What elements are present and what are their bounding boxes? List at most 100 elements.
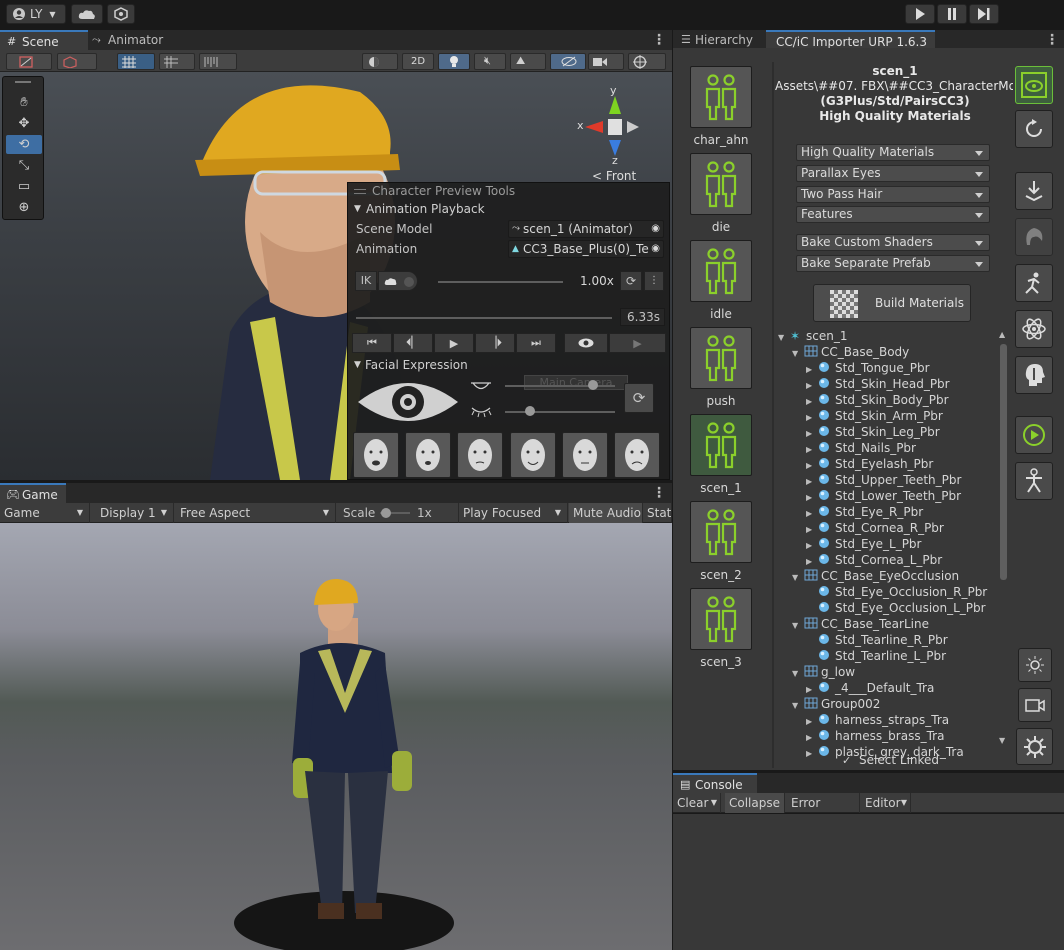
hand-tool[interactable]: ✋︎ bbox=[6, 93, 42, 112]
animation-button-scen_1[interactable] bbox=[690, 414, 752, 476]
mode-2d-button[interactable]: 2D bbox=[402, 53, 434, 70]
collab-button[interactable] bbox=[107, 4, 135, 24]
move-tool[interactable]: ✥ bbox=[6, 114, 42, 133]
ruler-dropdown[interactable] bbox=[199, 53, 237, 70]
effects-dropdown[interactable]: ⛰ bbox=[510, 53, 546, 70]
physics-side-button[interactable] bbox=[1015, 264, 1053, 302]
animation-button-char_ahn[interactable] bbox=[690, 66, 752, 128]
last-frame-button[interactable]: ⏭︎ bbox=[516, 333, 556, 353]
collapse-toggle[interactable]: Collapse bbox=[725, 793, 785, 813]
scene-menu-icon[interactable]: ⋮ bbox=[652, 32, 666, 48]
tree-item[interactable]: Std_Tearline_L_Pbr bbox=[806, 648, 946, 664]
aspect-select[interactable]: Free Aspect ▼ bbox=[176, 503, 336, 523]
animation-field[interactable]: ▲ CC3_Base_Plus(0)_Te ◉ bbox=[508, 240, 664, 258]
extra-play-button[interactable]: ▶︎ bbox=[609, 333, 666, 353]
tab-hierarchy[interactable]: ☰ Hierarchy bbox=[673, 30, 761, 50]
error-pause-toggle[interactable]: Error Pause bbox=[787, 793, 860, 830]
select-linked-toggle[interactable]: ✓ Select Linked bbox=[842, 752, 939, 769]
tree-item[interactable]: ▶ Std_Lower_Teeth_Pbr bbox=[806, 488, 961, 504]
eye-dropdown[interactable]: Parallax Eyes bbox=[796, 165, 990, 182]
visibility-preview-button[interactable] bbox=[564, 333, 608, 353]
tree-item[interactable]: ▼ CC_Base_TearLine bbox=[792, 616, 929, 632]
refresh-side-button[interactable] bbox=[1015, 110, 1053, 148]
tree-item[interactable]: ▶ Std_Skin_Head_Pbr bbox=[806, 376, 950, 392]
tab-animator[interactable]: ⤳ Animator bbox=[86, 30, 171, 50]
cloud-toggle[interactable] bbox=[378, 271, 418, 291]
increment-snap-dropdown[interactable] bbox=[159, 53, 195, 70]
tab-scene[interactable]: # Scene bbox=[0, 30, 88, 50]
clip-picker-icon[interactable]: ◉ bbox=[651, 241, 660, 257]
play-preview-button[interactable]: ▶︎ bbox=[434, 333, 474, 353]
scroll-down-icon[interactable]: ▼ bbox=[999, 736, 1005, 745]
import-side-button[interactable] bbox=[1015, 172, 1053, 210]
pause-button[interactable] bbox=[937, 4, 967, 24]
face-preset-6[interactable] bbox=[614, 432, 660, 478]
clear-button[interactable]: Clear ▼ bbox=[673, 793, 721, 813]
grid-snap-dropdown[interactable] bbox=[117, 53, 155, 70]
tab-importer[interactable]: CC/iC Importer URP 1.6.3 bbox=[766, 30, 935, 50]
game-viewport[interactable] bbox=[0, 523, 672, 950]
hair-dropdown[interactable]: Two Pass Hair bbox=[796, 186, 990, 203]
tree-item[interactable]: ▶ Std_Eyelash_Pbr bbox=[806, 456, 933, 472]
tree-item[interactable]: ▶ Std_Tongue_Pbr bbox=[806, 360, 930, 376]
display-select[interactable]: Display 1 ▼ bbox=[96, 503, 174, 523]
tree-item[interactable]: ▼ CC_Base_EyeOcclusion bbox=[792, 568, 959, 584]
tree-item[interactable]: ▶ Std_Upper_Teeth_Pbr bbox=[806, 472, 961, 488]
tab-console[interactable]: ▤ Console bbox=[673, 773, 757, 793]
tree-item[interactable]: Std_Tearline_R_Pbr bbox=[806, 632, 948, 648]
face-preset-3[interactable] bbox=[457, 432, 503, 478]
shading-dropdown[interactable] bbox=[57, 53, 97, 70]
lighting-toggle[interactable] bbox=[438, 53, 470, 70]
visibility-toggle[interactable] bbox=[550, 53, 586, 70]
camera-dropdown[interactable] bbox=[588, 53, 624, 70]
first-frame-button[interactable]: ⏮︎ bbox=[352, 333, 392, 353]
mute-audio-toggle[interactable]: Mute Audio bbox=[569, 503, 643, 523]
face-preset-1[interactable] bbox=[353, 432, 399, 478]
panel-divider[interactable] bbox=[772, 62, 774, 768]
scale-tool[interactable]: ⤡ bbox=[6, 156, 42, 175]
reset-speed-button[interactable]: ⟳ bbox=[620, 271, 642, 291]
account-dropdown[interactable]: LY ▼ bbox=[6, 4, 66, 24]
right-menu-icon[interactable]: ⋮ bbox=[1045, 32, 1059, 48]
brow-slider-track[interactable] bbox=[505, 385, 615, 387]
tree-item[interactable]: ▼ CC_Base_Body bbox=[792, 344, 909, 360]
scroll-up-icon[interactable]: ▲ bbox=[999, 330, 1005, 339]
tree-item[interactable]: ▼ g_low bbox=[792, 664, 855, 680]
time-slider-track[interactable] bbox=[356, 317, 612, 319]
light-side-button[interactable] bbox=[1018, 648, 1052, 682]
quality-dropdown[interactable]: High Quality Materials bbox=[796, 144, 990, 161]
rig-side-button[interactable] bbox=[1015, 462, 1053, 500]
camera-side-button[interactable] bbox=[1018, 688, 1052, 722]
next-frame-button[interactable]: ▕⏵︎ bbox=[475, 333, 515, 353]
game-view-select[interactable]: Game ▼ bbox=[0, 503, 90, 523]
play-focused-select[interactable]: Play Focused ▼ bbox=[458, 503, 568, 523]
console-log-area[interactable] bbox=[673, 814, 1064, 950]
reset-expression-button[interactable]: ⟳ bbox=[624, 383, 654, 413]
editor-dropdown[interactable]: Editor ▼ bbox=[861, 793, 911, 813]
tree-item[interactable]: ▶ _4___Default_Tra bbox=[806, 680, 934, 696]
bake-shaders-dropdown[interactable]: Bake Custom Shaders bbox=[796, 234, 990, 251]
tab-game[interactable]: 🎮︎ Game bbox=[0, 483, 66, 503]
tree-item[interactable]: ▶ Std_Eye_L_Pbr bbox=[806, 536, 921, 552]
face-preset-5[interactable] bbox=[562, 432, 608, 478]
scene-model-field[interactable]: ⤳ scen_1 (Animator) ◉ bbox=[508, 220, 664, 238]
animation-button-idle[interactable] bbox=[690, 240, 752, 302]
bake-prefab-dropdown[interactable]: Bake Separate Prefab bbox=[796, 255, 990, 272]
tree-item[interactable]: ▶ Std_Skin_Arm_Pbr bbox=[806, 408, 943, 424]
time-field[interactable]: 6.33s bbox=[620, 308, 665, 326]
animation-button-die[interactable] bbox=[690, 153, 752, 215]
face-preset-2[interactable] bbox=[405, 432, 451, 478]
rect-tool[interactable]: ▭ bbox=[6, 177, 42, 196]
shading-mode-dropdown[interactable] bbox=[362, 53, 398, 70]
build-materials-button[interactable]: Build Materials bbox=[813, 284, 971, 322]
hair-side-button[interactable] bbox=[1015, 218, 1053, 256]
tree-item[interactable]: ▶ Std_Cornea_R_Pbr bbox=[806, 520, 944, 536]
stats-toggle[interactable]: Stat bbox=[643, 503, 672, 523]
game-menu-icon[interactable]: ⋮ bbox=[652, 485, 666, 501]
face-preset-4[interactable] bbox=[510, 432, 556, 478]
blink-slider-track[interactable] bbox=[505, 411, 615, 413]
transform-tool[interactable]: ⊕ bbox=[6, 198, 42, 217]
tree-item[interactable]: ▼ ✶ scen_1 bbox=[778, 328, 847, 344]
tree-item[interactable]: Std_Eye_Occlusion_L_Pbr bbox=[806, 600, 986, 616]
ik-button[interactable]: IK bbox=[355, 271, 377, 291]
